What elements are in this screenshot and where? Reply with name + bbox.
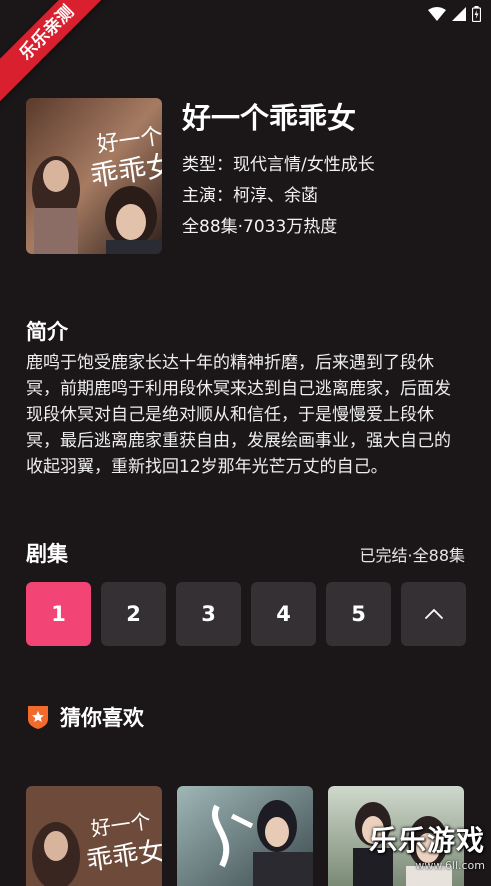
wifi-icon — [428, 7, 446, 21]
episodes-status: 已完结·全88集 — [359, 546, 465, 565]
recommend-poster — [177, 786, 313, 886]
watermark-brand: 乐乐游戏 — [368, 824, 485, 857]
episode-list: 1 2 3 4 5 — [26, 582, 466, 646]
episode-button-1[interactable]: 1 — [26, 582, 91, 646]
battery-icon — [472, 6, 481, 22]
intro-text: 鹿鸣于饱受鹿家长达十年的精神折磨，后来遇到了段休冥，前期鹿鸣于利用段休冥来达到自… — [26, 353, 451, 477]
watermark-url: www.6ll.com — [415, 859, 485, 872]
drama-type: 类型：现代言情/女性成长 — [182, 155, 375, 175]
recommend-heading: 猜你喜欢 — [60, 706, 144, 730]
expand-episodes-button[interactable] — [401, 582, 466, 646]
status-bar — [428, 6, 481, 22]
watermark: 乐乐游戏 www.6ll.com — [369, 819, 485, 872]
drama-cover[interactable]: 好一个 乖乖女 — [26, 98, 162, 254]
episode-button-5[interactable]: 5 — [326, 582, 391, 646]
cover-art: 好一个 乖乖女 — [26, 98, 162, 254]
episode-button-3[interactable]: 3 — [176, 582, 241, 646]
episode-button-4[interactable]: 4 — [251, 582, 316, 646]
recommend-header: 猜你喜欢 — [26, 702, 144, 732]
episodes-heading: 剧集 — [26, 542, 68, 566]
drama-cast: 主演：柯淳、余菡 — [182, 186, 318, 206]
chevron-up-icon — [424, 608, 443, 619]
drama-title: 好一个乖乖女 — [182, 101, 357, 135]
recommend-card[interactable] — [177, 786, 313, 886]
shield-badge-icon — [28, 706, 48, 729]
signal-icon — [452, 7, 466, 21]
intro-heading: 简介 — [26, 320, 68, 344]
recommend-card[interactable]: 好一个 乖乖女 — [26, 786, 162, 886]
ribbon-label: 乐乐亲测 — [0, 0, 118, 104]
recommend-poster: 好一个 乖乖女 — [26, 786, 162, 886]
drama-stats: 全88集·7033万热度 — [182, 217, 338, 237]
episode-button-2[interactable]: 2 — [101, 582, 166, 646]
